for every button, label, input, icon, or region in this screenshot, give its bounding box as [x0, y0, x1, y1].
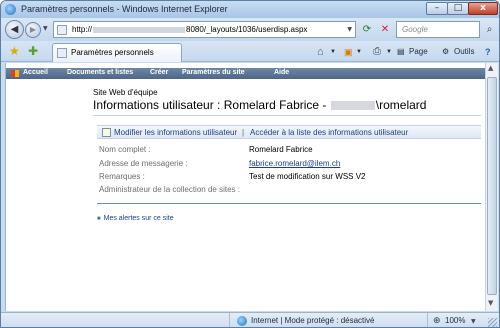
tab-label: Paramètres personnels [71, 48, 154, 57]
back-arrow-icon: ◀ [10, 24, 19, 35]
close-button[interactable]: x [468, 2, 498, 15]
notes-label: Remarques : [99, 172, 145, 181]
tools-menu-button[interactable]: Outils [454, 45, 474, 59]
url-suffix: 8080/_layouts/1036/userdisp.aspx [186, 25, 308, 34]
email-link[interactable]: fabrice.romelard@ilem.ch [249, 159, 340, 168]
home-dropdown-icon[interactable]: ▼ [330, 45, 336, 59]
email-label: Adresse de messagerie : [99, 159, 188, 168]
sharepoint-top-nav: Accueil Documents et listes Créer Paramè… [6, 68, 485, 79]
maximize-button[interactable]: □ [447, 2, 469, 15]
tools-menu-icon[interactable]: ⚙ [442, 45, 449, 59]
status-bar: Internet | Mode protégé : désactivé ⊕ 10… [1, 312, 499, 327]
forward-arrow-icon: ▶ [29, 25, 37, 34]
url-text: http:// 8080/_layouts/1036/userdisp.aspx [72, 25, 307, 34]
print-dropdown-icon[interactable]: ▼ [386, 45, 392, 59]
print-icon[interactable]: ⎙ [373, 45, 381, 59]
user-info-list-link[interactable]: Accéder à la liste des informations util… [250, 128, 408, 137]
add-favorites-icon[interactable]: ✚ [28, 44, 38, 58]
tab-parametres-personnels[interactable]: Paramètres personnels [52, 43, 182, 62]
full-name-label: Nom complet : [99, 145, 151, 154]
favorites-star-icon[interactable]: ★ [9, 44, 20, 58]
security-zone-text[interactable]: Internet | Mode protégé : désactivé [251, 316, 374, 325]
vertical-scrollbar[interactable]: ▲ ▼ [485, 63, 498, 311]
zoom-level[interactable]: 100% [445, 316, 465, 325]
tab-row: ★ ✚ Paramètres personnels ⌂ ▼ ▣ ▼ ⎙ ▼ ▤ … [1, 41, 499, 62]
scroll-up-icon[interactable]: ▲ [488, 64, 493, 72]
page-viewport: Accueil Documents et listes Créer Paramè… [5, 63, 485, 311]
scrollbar-thumb[interactable] [487, 77, 497, 295]
page-menu-button[interactable]: Page [409, 45, 428, 59]
help-icon[interactable]: ? [485, 45, 491, 59]
page-title-prefix: Informations utilisateur : Romelard Fabr… [93, 98, 327, 112]
full-name-value: Romelard Fabrice [249, 145, 313, 154]
page-title-suffix: \romelard [375, 98, 427, 112]
status-separator [229, 313, 230, 327]
title-divider [93, 115, 481, 116]
redacted-host [93, 26, 186, 33]
site-admin-label: Administrateur de la collection de sites… [99, 185, 240, 194]
address-row: ◀ ▶ ▼ http:// 8080/_layouts/1036/userdisp… [1, 18, 499, 41]
site-name: Site Web d'équipe [93, 88, 158, 97]
page-menu-icon[interactable]: ▤ [397, 45, 405, 59]
action-separator: | [242, 128, 245, 137]
refresh-icon: ⟳ [362, 24, 372, 35]
window-title: Paramètres personnels - Windows Internet… [21, 4, 228, 14]
history-dropdown-icon[interactable]: ▼ [43, 25, 48, 32]
my-alerts-label[interactable]: Mes alertes sur ce site [104, 215, 174, 222]
nav-link-creer[interactable]: Créer [150, 69, 168, 76]
bullet-icon: ■ [97, 216, 101, 222]
nav-link-parametres-site[interactable]: Paramètres du site [182, 69, 245, 76]
home-icon[interactable]: ⌂ [317, 45, 324, 59]
resize-grip-icon[interactable] [488, 318, 497, 327]
user-actions-toolbar: Modifier les informations utilisateur | … [97, 125, 481, 139]
feeds-icon[interactable]: ▣ [344, 45, 353, 59]
zoom-icon[interactable]: ⊕ [433, 316, 441, 326]
edit-user-icon [102, 128, 111, 137]
tab-page-icon [57, 48, 67, 58]
my-alerts-link[interactable]: ■ Mes alertes sur ce site [97, 215, 174, 222]
nav-link-aide[interactable]: Aide [274, 69, 289, 76]
status-separator [427, 313, 428, 327]
scroll-down-icon[interactable]: ▼ [488, 299, 493, 307]
forward-button[interactable]: ▶ [25, 22, 41, 38]
address-field[interactable]: http://8080/_layouts/1036/userdisp.aspx … [53, 21, 356, 38]
edit-user-info-link[interactable]: Modifier les informations utilisateur [114, 128, 237, 137]
search-placeholder: Google [402, 25, 428, 34]
search-input[interactable]: Google [396, 21, 480, 38]
ie-logo-icon [5, 4, 16, 15]
browser-window: Paramètres personnels - Windows Internet… [0, 0, 500, 328]
zoom-dropdown-icon[interactable]: ▼ [471, 318, 476, 325]
url-prefix: http:// [72, 25, 93, 34]
refresh-button[interactable]: ⟳ [359, 22, 375, 37]
nav-link-accueil[interactable]: Accueil [23, 69, 48, 76]
back-button[interactable]: ◀ [5, 20, 24, 39]
title-bar: Paramètres personnels - Windows Internet… [1, 1, 499, 18]
notes-value: Test de modification sur WSS V2 [249, 172, 366, 181]
properties-divider [97, 203, 481, 204]
internet-zone-icon [237, 316, 247, 326]
page-icon [57, 25, 67, 35]
feeds-dropdown-icon[interactable]: ▼ [356, 45, 362, 59]
search-button[interactable]: ⌕ [482, 22, 497, 37]
address-dropdown-icon[interactable]: ▼ [347, 26, 352, 33]
search-icon: ⌕ [486, 24, 493, 35]
page-title: Informations utilisateur : Romelard Fabr… [93, 98, 426, 112]
redacted-domain [330, 101, 375, 111]
sharepoint-logo-icon [11, 70, 19, 77]
stop-button[interactable]: ✕ [377, 22, 393, 37]
stop-icon: ✕ [380, 24, 390, 35]
nav-link-documents-listes[interactable]: Documents et listes [67, 69, 133, 76]
minimize-button[interactable]: – [426, 2, 448, 15]
